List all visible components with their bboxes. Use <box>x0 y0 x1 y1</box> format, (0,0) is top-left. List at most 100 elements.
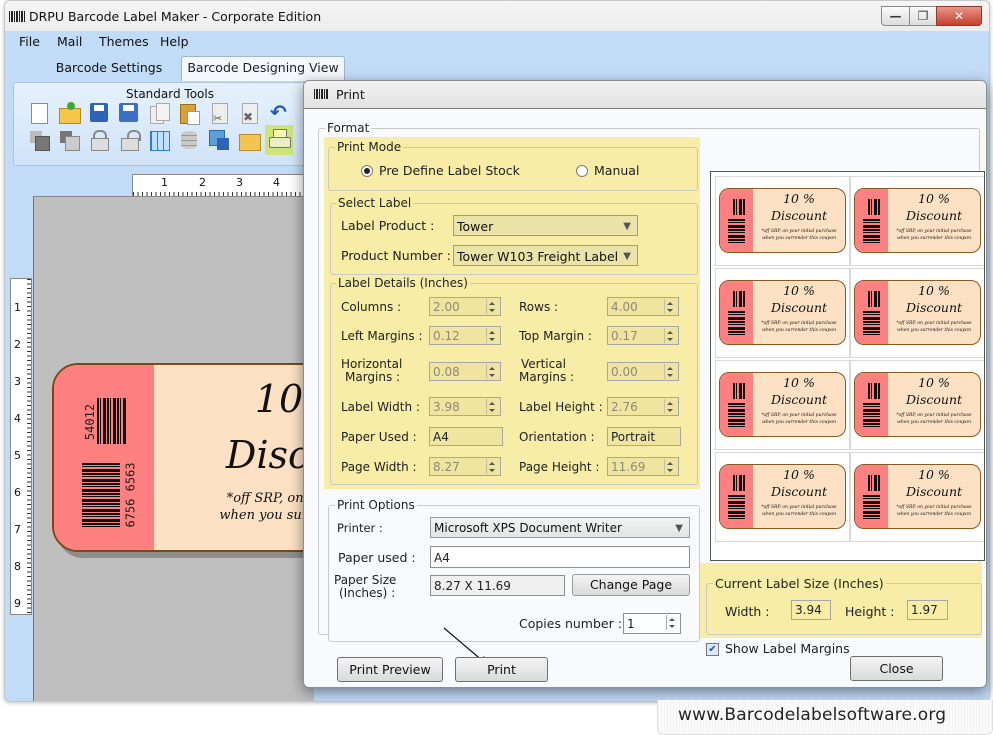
print-icon[interactable] <box>265 125 293 155</box>
ruler-tick: 7 <box>14 523 21 536</box>
preview-line1: 10 % <box>918 283 950 298</box>
menu-mail[interactable]: Mail <box>57 34 82 49</box>
export-image-icon[interactable] <box>208 129 230 151</box>
open-icon[interactable] <box>58 102 81 124</box>
print-button[interactable]: Print <box>455 657 548 682</box>
ruler-tick: 4 <box>14 412 21 425</box>
email-icon[interactable] <box>238 129 261 151</box>
save-icon[interactable] <box>88 102 110 124</box>
print-preview-button[interactable]: Print Preview <box>337 657 443 682</box>
preview-label-cell: 10 % Discount *off SRP, on your initial pu… <box>715 268 850 358</box>
barcode-top <box>868 383 880 399</box>
grid-icon[interactable] <box>148 129 170 151</box>
spinner-icon[interactable] <box>486 364 498 379</box>
close-button[interactable]: Close <box>850 656 943 681</box>
menu-help[interactable]: Help <box>160 34 189 49</box>
vertical-ruler: 1 2 3 4 5 6 7 8 9 <box>10 278 32 615</box>
preview-coupon: 10 % Discount *off SRP, on your initial pu… <box>719 464 846 529</box>
current-label-size-group: Current Label Size (Inches) Width : 3.94… <box>706 576 982 635</box>
barcode-bottom <box>863 403 880 427</box>
columns-input[interactable]: 2.00 <box>429 297 501 316</box>
unlock-icon[interactable] <box>118 129 141 151</box>
preview-coupon: 10 % Discount *off SRP, on your initial pu… <box>719 280 846 345</box>
dialog-title: Print <box>336 87 365 102</box>
spinner-icon[interactable] <box>486 459 498 474</box>
left-margins-input[interactable]: 0.12 <box>429 326 501 345</box>
rows-input[interactable]: 4.00 <box>607 297 679 316</box>
select-label-group: Select Label Label Product : Tower ▼ Prod… <box>330 196 698 275</box>
top-margin-value: 0.17 <box>611 329 638 343</box>
label-height-input[interactable]: 2.76 <box>607 397 679 416</box>
tab-barcode-designing-view[interactable]: Barcode Designing View <box>181 56 345 81</box>
preview-line2: Discount <box>770 208 828 223</box>
vertical-margins-label-2: Margins : <box>519 370 575 384</box>
label-product-select[interactable]: Tower ▼ <box>453 215 638 236</box>
undo-icon[interactable]: ↶ <box>268 100 290 124</box>
preview-line1: 10 % <box>783 467 815 482</box>
top-margin-input[interactable]: 0.17 <box>607 326 679 345</box>
spinner-icon[interactable] <box>486 399 498 414</box>
horizontal-margins-input[interactable]: 0.08 <box>429 362 501 381</box>
spinner-icon[interactable] <box>666 615 678 630</box>
window-title: DRPU Barcode Label Maker - Corporate Edi… <box>29 9 322 24</box>
radio-manual[interactable] <box>576 165 588 177</box>
copies-number-input[interactable]: 1 <box>623 613 681 634</box>
database-icon[interactable] <box>178 129 200 151</box>
chevron-down-icon: ▼ <box>675 523 683 534</box>
save-as-icon[interactable] <box>118 102 140 124</box>
preview-label-cell: 10 % Discount *off SRP, on your initial pu… <box>715 176 850 266</box>
send-back-icon[interactable] <box>28 129 50 151</box>
spinner-icon[interactable] <box>664 459 676 474</box>
printer-select[interactable]: Microsoft XPS Document Writer ▼ <box>430 517 690 538</box>
paper-size-label: Paper Size <box>334 573 397 587</box>
copy-icon[interactable] <box>148 102 170 124</box>
change-page-button[interactable]: Change Page <box>572 574 690 596</box>
vertical-margins-input[interactable]: 0.00 <box>607 362 679 381</box>
preview-line2: Discount <box>905 300 963 315</box>
label-width-label: Label Width : <box>341 400 420 414</box>
spinner-icon[interactable] <box>486 328 498 343</box>
paper-used-input[interactable]: A4 <box>430 546 690 568</box>
paste-icon[interactable] <box>178 102 200 125</box>
spinner-icon[interactable] <box>664 328 676 343</box>
ruler-tick: 3 <box>14 375 21 388</box>
tab-barcode-settings[interactable]: Barcode Settings <box>49 57 169 79</box>
lock-icon[interactable] <box>88 129 110 151</box>
spinner-icon[interactable] <box>664 299 676 314</box>
close-window-button[interactable]: ✕ <box>936 6 982 26</box>
horizontal-margins-label: Horizontal <box>341 357 403 371</box>
spinner-icon[interactable] <box>664 399 676 414</box>
select-label-label: Select Label <box>336 196 414 210</box>
preview-fine-print-2: when you surrender this coupon <box>761 236 837 241</box>
preview-line2: Discount <box>770 392 828 407</box>
preview-fine-print-1: *off SRP, on your initial purchase <box>761 413 837 418</box>
preview-coupon: 10 % Discount *off SRP, on your initial pu… <box>854 464 981 529</box>
barcode-app-icon <box>9 11 25 22</box>
minimize-button[interactable]: — <box>881 6 910 26</box>
page-height-input[interactable]: 11.69 <box>607 457 679 476</box>
delete-icon[interactable]: ✖ <box>238 102 260 124</box>
menu-themes[interactable]: Themes <box>99 34 149 49</box>
label-width-input[interactable]: 3.98 <box>429 397 501 416</box>
new-icon[interactable] <box>28 102 50 124</box>
standard-tools-panel: Standard Tools ✂ ✖ ↶ <box>13 82 315 166</box>
menu-file[interactable]: File <box>19 34 40 49</box>
printer-value: Microsoft XPS Document Writer <box>434 521 622 535</box>
product-number-value: Tower W103 Freight Label <box>457 249 619 264</box>
spinner-icon[interactable] <box>664 364 676 379</box>
spinner-icon[interactable] <box>486 299 498 314</box>
bring-front-icon[interactable] <box>58 129 80 151</box>
ruler-tick: 5 <box>14 449 21 462</box>
radio-pre-define-label-stock[interactable] <box>361 165 373 177</box>
product-number-select[interactable]: Tower W103 Freight Label ▼ <box>453 245 638 266</box>
preview-coupon: 10 % Discount *off SRP, on your initial pu… <box>854 372 981 437</box>
maximize-button[interactable]: ❐ <box>909 6 937 26</box>
preview-fine-print-2: when you surrender this coupon <box>761 512 837 517</box>
page-width-input[interactable]: 8.27 <box>429 457 501 476</box>
preview-line2: Discount <box>770 484 828 499</box>
paper-used-label: Paper used : <box>338 550 416 565</box>
cut-icon[interactable]: ✂ <box>208 102 230 125</box>
print-options-group: Print Options Printer : Microsoft XPS Do… <box>328 498 700 642</box>
show-label-margins-checkbox[interactable]: ✔ <box>706 643 719 656</box>
printer-label: Printer : <box>337 521 383 535</box>
